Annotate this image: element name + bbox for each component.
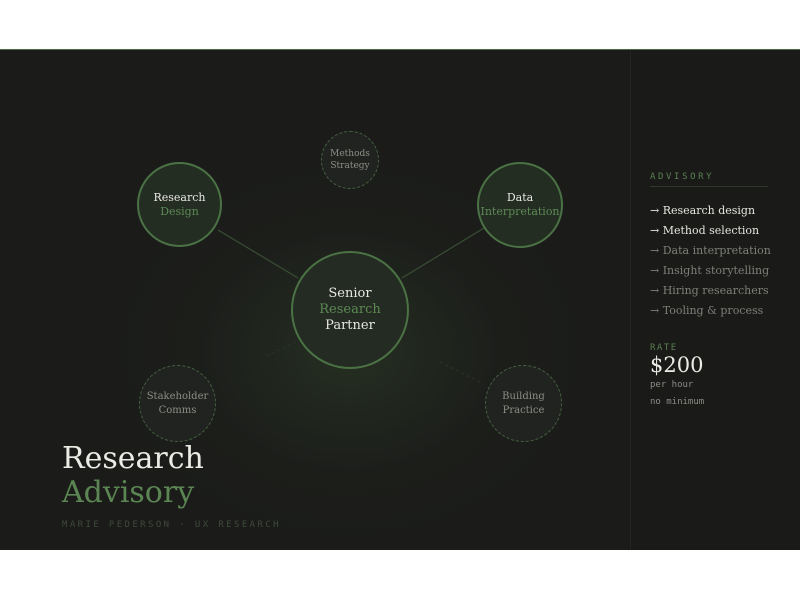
- service-item: → Research design: [650, 204, 756, 217]
- rate-label: RATE: [650, 343, 678, 353]
- node-label-accent: Interpretation: [480, 205, 560, 218]
- node-center-senior-research-partner: Senior Research Partner: [291, 251, 409, 369]
- sidebar-heading: ADVISORY: [650, 172, 715, 182]
- connector-data-interpretation: [401, 227, 485, 279]
- service-item: → Method selection: [650, 224, 760, 237]
- connector-stakeholder-comms: [265, 341, 297, 357]
- page-title: Research: [62, 441, 204, 476]
- node-stakeholder-comms: Stakeholder Comms: [139, 365, 216, 442]
- node-label: Practice: [502, 404, 545, 416]
- node-label: Building: [502, 390, 545, 402]
- sidebar-service-list: → Research design → Method selection → D…: [650, 201, 771, 321]
- service-item: → Insight storytelling: [650, 264, 770, 277]
- node-label: Data: [506, 191, 534, 204]
- node-label: Stakeholder: [146, 390, 209, 402]
- service-item: → Hiring researchers: [650, 284, 769, 297]
- service-item: → Data interpretation: [650, 244, 771, 257]
- page-title-accent: Advisory: [62, 475, 195, 510]
- connector-building-practice: [439, 361, 481, 383]
- rate-unit: per hour: [650, 380, 694, 390]
- center-label: Partner: [325, 318, 375, 333]
- node-label: Comms: [158, 404, 197, 416]
- rate-value: $200: [650, 353, 704, 377]
- node-label: Methods: [330, 149, 370, 159]
- byline: MARIE PEDERSON · UX RESEARCH: [62, 520, 281, 530]
- service-item: → Tooling & process: [650, 304, 764, 317]
- center-label-accent: Research: [319, 302, 381, 317]
- node-research-design: Research Design: [137, 162, 222, 247]
- rate-minimum: no minimum: [650, 397, 705, 407]
- node-label: Strategy: [330, 161, 370, 171]
- sidebar-divider: [650, 186, 768, 187]
- node-methods-strategy: Methods Strategy: [321, 131, 379, 189]
- node-label-accent: Design: [160, 204, 199, 218]
- node-building-practice: Building Practice: [485, 365, 562, 442]
- center-label: Senior: [328, 286, 372, 301]
- node-data-interpretation: Data Interpretation: [477, 162, 563, 248]
- connector-research-design: [217, 229, 299, 279]
- node-label: Research: [153, 190, 206, 204]
